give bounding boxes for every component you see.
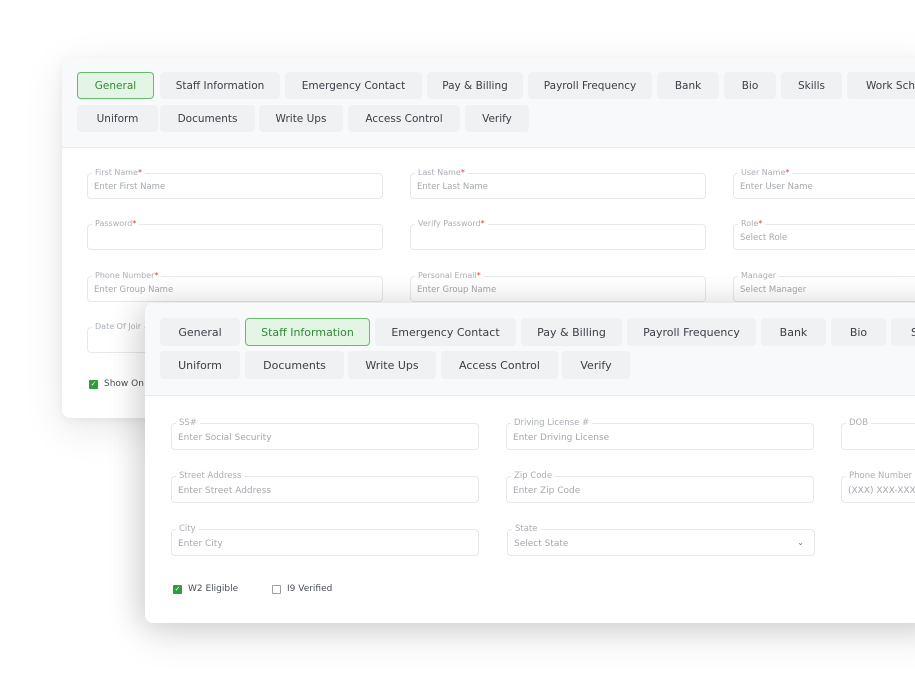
personal-email-field[interactable]: Personal Email* Enter Group Name	[410, 271, 706, 302]
placeholder: Enter Group Name	[94, 285, 174, 295]
phone-number-field[interactable]: Phone Number (XXX) XXX-XXX	[841, 471, 915, 503]
placeholder: Select State	[514, 539, 569, 549]
i9-verified-checkbox[interactable]: I9 Verified	[272, 584, 332, 594]
tab-staff-information[interactable]: Staff Information	[245, 318, 370, 346]
tab-bar: General Staff Information Emergency Cont…	[62, 58, 915, 148]
checkbox-checked-icon: ✓	[89, 379, 98, 389]
placeholder: Enter Zip Code	[513, 486, 581, 496]
w2-eligible-checkbox[interactable]: ✓ W2 Eligible	[173, 584, 238, 594]
zip-code-field[interactable]: Zip Code Enter Zip Code	[506, 471, 814, 503]
tab-general[interactable]: General	[160, 318, 240, 346]
placeholder: Enter Social Security	[178, 433, 272, 443]
city-field[interactable]: City Enter City	[171, 524, 479, 556]
first-name-field[interactable]: First Name* Enter First Name	[87, 168, 383, 199]
tab-bank[interactable]: Bank	[657, 72, 719, 99]
driving-license-field[interactable]: Driving License # Enter Driving License	[506, 418, 814, 450]
staff-information-form-card: General Staff Information Emergency Cont…	[145, 303, 915, 623]
tab-skills[interactable]: Skills	[781, 72, 842, 99]
tab-verify[interactable]: Verify	[562, 351, 630, 379]
placeholder: Enter Street Address	[178, 486, 272, 496]
last-name-field[interactable]: Last Name* Enter Last Name	[410, 168, 706, 199]
placeholder: Enter User Name	[740, 182, 813, 192]
placeholder: Enter City	[178, 539, 223, 549]
placeholder: Select Role	[740, 233, 788, 243]
password-field[interactable]: Password*	[87, 219, 383, 250]
tab-work-schedule[interactable]: Work Sche	[847, 72, 915, 99]
tab-bio[interactable]: Bio	[724, 72, 776, 99]
tab-skills[interactable]: S	[891, 318, 915, 346]
checkbox-checked-icon: ✓	[173, 584, 182, 594]
tab-write-ups[interactable]: Write Ups	[348, 351, 436, 379]
ssn-field[interactable]: SS# Enter Social Security	[171, 418, 479, 450]
tab-uniform[interactable]: Uniform	[160, 351, 240, 379]
placeholder: Enter First Name	[94, 182, 166, 192]
tab-bank[interactable]: Bank	[761, 318, 826, 346]
show-on-checkbox[interactable]: ✓ Show On I	[89, 379, 149, 389]
tab-access-control[interactable]: Access Control	[441, 351, 558, 379]
street-address-field[interactable]: Street Address Enter Street Address	[171, 471, 479, 503]
placeholder: Enter Group Name	[417, 285, 497, 295]
state-select[interactable]: State Select State ⌄	[507, 524, 815, 556]
tab-emergency-contact[interactable]: Emergency Contact	[285, 72, 422, 99]
phone-number-field[interactable]: Phone Number* Enter Group Name	[87, 271, 383, 302]
checkbox-unchecked-icon	[272, 584, 281, 594]
placeholder: Enter Last Name	[417, 182, 489, 192]
tab-emergency-contact[interactable]: Emergency Contact	[375, 318, 516, 346]
tab-access-control[interactable]: Access Control	[348, 105, 460, 132]
tab-documents[interactable]: Documents	[245, 351, 344, 379]
placeholder: Enter Driving License	[513, 433, 610, 443]
tab-uniform[interactable]: Uniform	[77, 105, 158, 132]
tab-bio[interactable]: Bio	[831, 318, 886, 346]
manager-select[interactable]: Manager Select Manager	[733, 271, 915, 302]
dob-field[interactable]: DOB	[841, 418, 915, 450]
tab-write-ups[interactable]: Write Ups	[259, 105, 343, 132]
role-select[interactable]: Role* Select Role	[733, 219, 915, 250]
user-name-field[interactable]: User Name* Enter User Name	[733, 168, 915, 199]
tab-pay-billing[interactable]: Pay & Billing	[427, 72, 523, 99]
placeholder: (XXX) XXX-XXX	[848, 486, 915, 496]
tab-staff-information[interactable]: Staff Information	[160, 72, 280, 99]
tab-documents[interactable]: Documents	[160, 105, 255, 132]
verify-password-field[interactable]: Verify Password*	[410, 219, 706, 250]
tab-pay-billing[interactable]: Pay & Billing	[521, 318, 622, 346]
tab-verify[interactable]: Verify	[465, 105, 529, 132]
tab-general[interactable]: General	[77, 72, 154, 99]
placeholder: Select Manager	[740, 285, 807, 295]
chevron-down-icon: ⌄	[797, 538, 804, 547]
tab-payroll-frequency[interactable]: Payroll Frequency	[627, 318, 756, 346]
tab-payroll-frequency[interactable]: Payroll Frequency	[528, 72, 652, 99]
tab-bar: General Staff Information Emergency Cont…	[145, 303, 915, 396]
